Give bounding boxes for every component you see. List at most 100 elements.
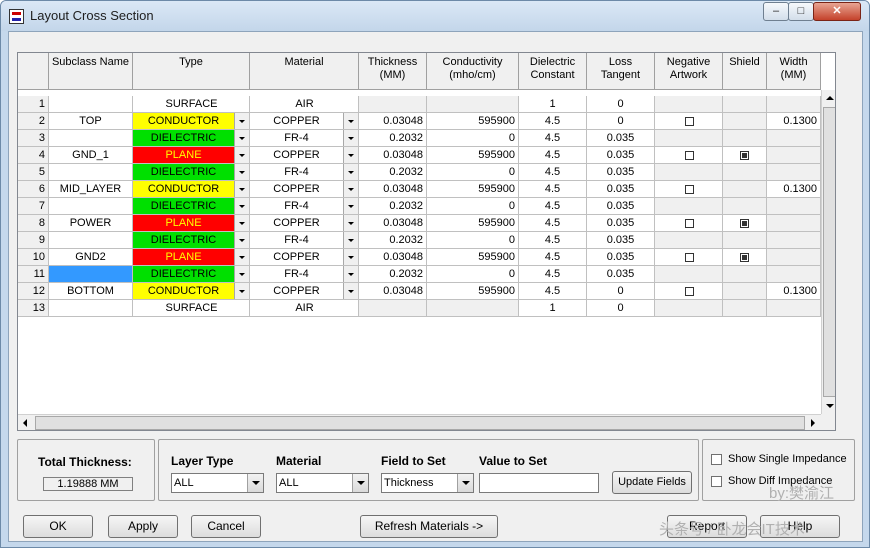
negative-artwork-checkbox[interactable] [685, 219, 694, 228]
thickness-cell[interactable]: 0.03048 [359, 113, 427, 130]
field-to-set-select[interactable]: Thickness [381, 473, 474, 493]
thickness-cell[interactable]: 0.03048 [359, 283, 427, 300]
scroll-down-button[interactable] [822, 398, 835, 414]
loss-tangent-cell[interactable]: 0 [587, 283, 655, 300]
conductivity-cell[interactable]: 595900 [427, 249, 519, 266]
negative-artwork-cell[interactable] [655, 96, 723, 113]
width-cell[interactable]: 0.1300 [767, 181, 821, 198]
loss-tangent-cell[interactable]: 0.035 [587, 249, 655, 266]
type-cell[interactable]: DIELECTRIC [133, 232, 250, 249]
negative-artwork-cell[interactable] [655, 164, 723, 181]
table-row[interactable]: 4 GND_1 PLANE COPPER 0.03048 595900 4.5 0.035 [18, 147, 821, 164]
negative-artwork-cell[interactable] [655, 147, 723, 164]
width-cell[interactable] [767, 164, 821, 181]
thickness-cell[interactable]: 0.2032 [359, 266, 427, 283]
material-cell[interactable]: COPPER [250, 113, 359, 130]
apply-button[interactable]: Apply [108, 515, 178, 538]
thickness-cell[interactable]: 0.03048 [359, 147, 427, 164]
material-dropdown-icon[interactable] [343, 164, 358, 180]
subclass-name-cell[interactable] [49, 232, 133, 249]
table-row[interactable]: 6 MID_LAYER CONDUCTOR COPPER 0.03048 595900 4.… [18, 181, 821, 198]
material-dropdown-icon[interactable] [343, 249, 358, 265]
subclass-name-cell[interactable]: MID_LAYER [49, 181, 133, 198]
subclass-name-cell[interactable] [49, 130, 133, 147]
scroll-up-button[interactable] [822, 90, 835, 106]
subclass-name-cell[interactable] [49, 266, 133, 283]
conductivity-cell[interactable]: 595900 [427, 113, 519, 130]
type-cell[interactable]: PLANE [133, 249, 250, 266]
table-row[interactable]: 13 SURFACE AIR 1 0 [18, 300, 821, 317]
type-cell[interactable]: DIELECTRIC [133, 198, 250, 215]
type-dropdown-icon[interactable] [234, 113, 249, 129]
material-cell[interactable]: FR-4 [250, 130, 359, 147]
type-dropdown-icon[interactable] [234, 164, 249, 180]
subclass-name-cell[interactable]: TOP [49, 113, 133, 130]
negative-artwork-checkbox[interactable] [685, 253, 694, 262]
type-cell[interactable]: SURFACE [133, 96, 250, 113]
dielectric-constant-cell[interactable]: 4.5 [519, 215, 587, 232]
type-cell[interactable]: PLANE [133, 215, 250, 232]
vertical-scrollbar[interactable] [821, 90, 835, 414]
width-cell[interactable] [767, 300, 821, 317]
material-dropdown-icon[interactable] [343, 198, 358, 214]
negative-artwork-cell[interactable] [655, 283, 723, 300]
negative-artwork-cell[interactable] [655, 249, 723, 266]
thickness-cell[interactable]: 0.2032 [359, 164, 427, 181]
negative-artwork-cell[interactable] [655, 181, 723, 198]
negative-artwork-checkbox[interactable] [685, 287, 694, 296]
shield-cell[interactable] [723, 283, 767, 300]
type-cell[interactable]: PLANE [133, 147, 250, 164]
material-cell[interactable]: AIR [250, 96, 359, 113]
type-cell[interactable]: SURFACE [133, 300, 250, 317]
width-cell[interactable] [767, 232, 821, 249]
close-button[interactable]: ✕ [813, 2, 861, 21]
conductivity-cell[interactable]: 0 [427, 198, 519, 215]
conductivity-cell[interactable]: 0 [427, 232, 519, 249]
table-row[interactable]: 3 DIELECTRIC FR-4 0.2032 0 4.5 0.035 [18, 130, 821, 147]
type-dropdown-icon[interactable] [234, 147, 249, 163]
dielectric-constant-cell[interactable]: 4.5 [519, 164, 587, 181]
shield-cell[interactable] [723, 300, 767, 317]
shield-checkbox[interactable] [740, 151, 749, 160]
material-dropdown-icon[interactable] [343, 266, 358, 282]
material-dropdown-icon[interactable] [343, 283, 358, 299]
type-dropdown-icon[interactable] [234, 266, 249, 282]
type-dropdown-icon[interactable] [234, 283, 249, 299]
conductivity-cell[interactable]: 595900 [427, 215, 519, 232]
material-cell[interactable]: COPPER [250, 249, 359, 266]
type-dropdown-icon[interactable] [234, 215, 249, 231]
loss-tangent-cell[interactable]: 0.035 [587, 164, 655, 181]
type-dropdown-icon[interactable] [234, 249, 249, 265]
width-cell[interactable] [767, 266, 821, 283]
subclass-name-cell[interactable] [49, 300, 133, 317]
negative-artwork-cell[interactable] [655, 300, 723, 317]
dielectric-constant-cell[interactable]: 4.5 [519, 113, 587, 130]
table-row[interactable]: 10 GND2 PLANE COPPER 0.03048 595900 4.5 0.035 [18, 249, 821, 266]
negative-artwork-checkbox[interactable] [685, 185, 694, 194]
conductivity-cell[interactable]: 0 [427, 266, 519, 283]
negative-artwork-cell[interactable] [655, 215, 723, 232]
width-cell[interactable] [767, 215, 821, 232]
table-row[interactable]: 9 DIELECTRIC FR-4 0.2032 0 4.5 0.035 [18, 232, 821, 249]
loss-tangent-cell[interactable]: 0.035 [587, 198, 655, 215]
minimize-button[interactable]: – [763, 2, 789, 21]
material-cell[interactable]: COPPER [250, 181, 359, 198]
loss-tangent-cell[interactable]: 0 [587, 113, 655, 130]
material-cell[interactable]: FR-4 [250, 198, 359, 215]
material-dropdown-icon[interactable] [343, 215, 358, 231]
shield-cell[interactable] [723, 181, 767, 198]
maximize-button[interactable]: □ [788, 2, 814, 21]
refresh-materials-button[interactable]: Refresh Materials -> [360, 515, 498, 538]
loss-tangent-cell[interactable]: 0 [587, 300, 655, 317]
shield-cell[interactable] [723, 249, 767, 266]
shield-cell[interactable] [723, 164, 767, 181]
dielectric-constant-cell[interactable]: 4.5 [519, 249, 587, 266]
negative-artwork-cell[interactable] [655, 130, 723, 147]
subclass-name-cell[interactable] [49, 96, 133, 113]
chevron-down-icon[interactable] [247, 474, 263, 492]
conductivity-cell[interactable] [427, 96, 519, 113]
material-dropdown-icon[interactable] [343, 147, 358, 163]
layer-type-select[interactable]: ALL [171, 473, 264, 493]
table-row[interactable]: 12 BOTTOM CONDUCTOR COPPER 0.03048 595900 4.5 0… [18, 283, 821, 300]
thickness-cell[interactable]: 0.03048 [359, 249, 427, 266]
